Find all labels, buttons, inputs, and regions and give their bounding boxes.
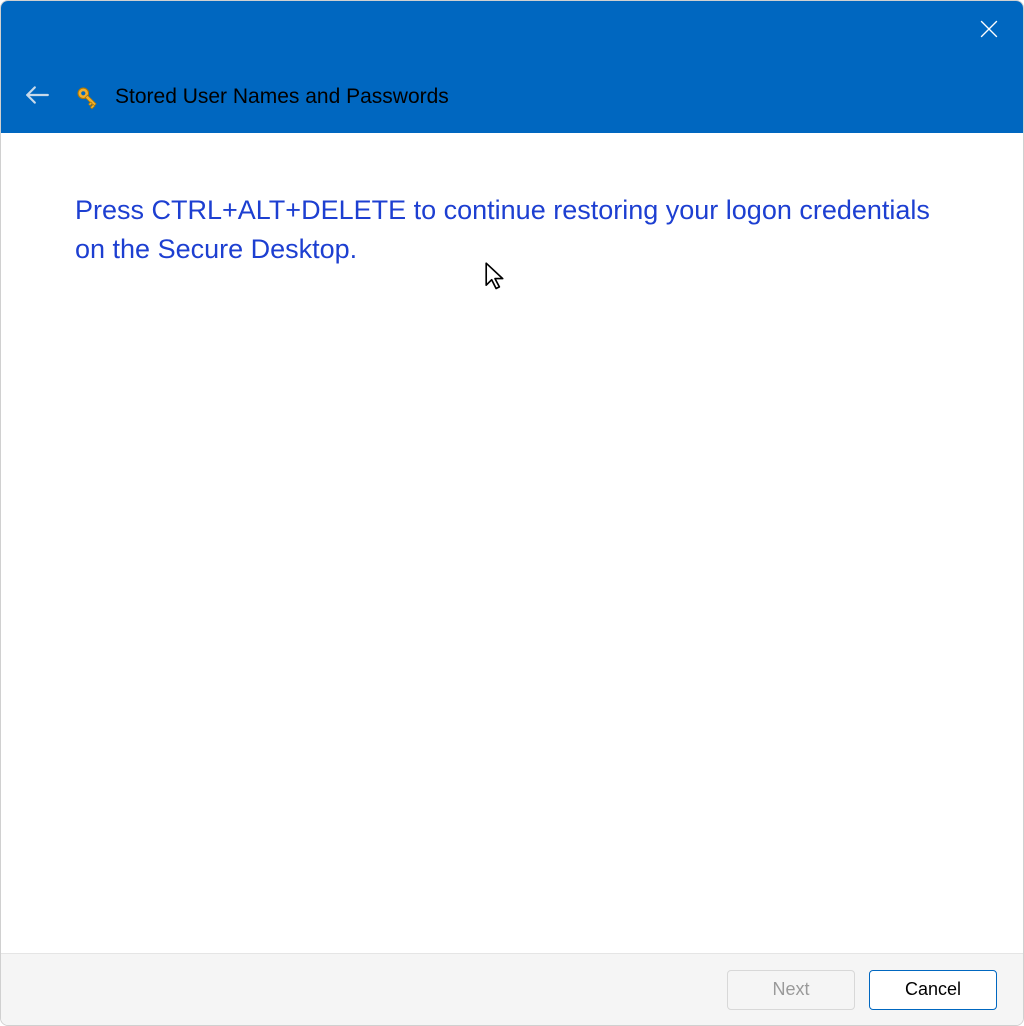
key-icon [73,83,101,111]
window-title: Stored User Names and Passwords [115,85,449,109]
instruction-text: Press CTRL+ALT+DELETE to continue restor… [75,191,949,269]
footer-bar: Next Cancel [1,953,1023,1025]
title-group: Stored User Names and Passwords [73,83,449,111]
header-row: Stored User Names and Passwords [1,61,1023,133]
back-button[interactable] [21,81,53,113]
close-button[interactable] [969,11,1009,51]
back-arrow-icon [24,82,50,113]
content-area: Press CTRL+ALT+DELETE to continue restor… [1,133,1023,953]
titlebar [1,1,1023,61]
dialog-window: Stored User Names and Passwords Press CT… [0,0,1024,1026]
cancel-button[interactable]: Cancel [869,970,997,1010]
next-button: Next [727,970,855,1010]
close-icon [980,20,998,43]
